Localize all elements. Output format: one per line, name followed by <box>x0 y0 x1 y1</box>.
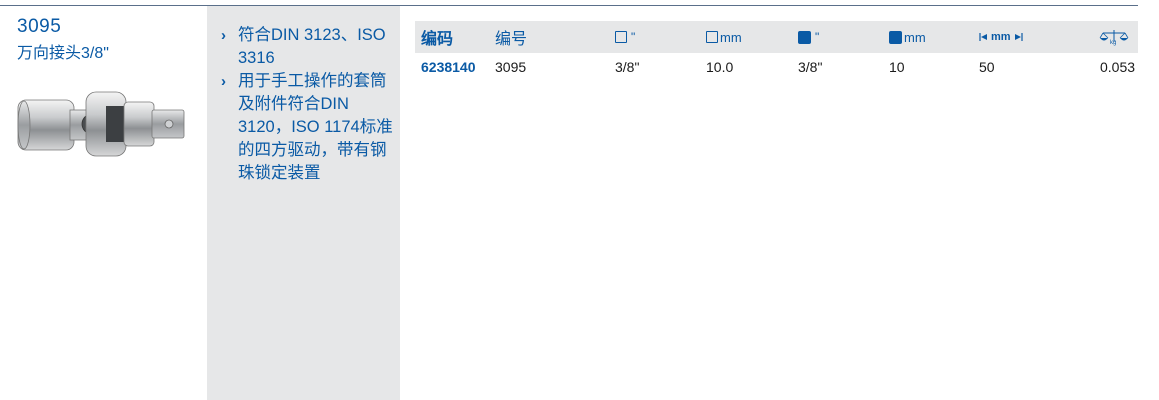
chevron-right-icon: › <box>221 27 226 44</box>
table-header: 编码 编号 " mm " mm mm kg <box>415 21 1138 53</box>
header-drive-mm: mm <box>706 21 742 53</box>
product-number: 3095 <box>17 16 62 37</box>
header-length: mm <box>979 21 1023 53</box>
header-output-inch: " <box>798 21 819 53</box>
square-outline-icon <box>615 31 627 43</box>
description-panel: › 符合DIN 3123、ISO 3316 › 用于手工操作的套筒及附件符合DI… <box>207 6 400 400</box>
chevron-right-icon: › <box>221 73 226 90</box>
length-arrows-icon <box>1013 33 1023 41</box>
feature-text: 符合DIN 3123、ISO 3316 <box>238 26 386 67</box>
feature-text: 用于手工操作的套筒及附件符合DIN 3120，ISO 1174标准的四方驱动，带… <box>238 72 393 182</box>
product-column: 3095 万向接头3/8" <box>0 6 207 400</box>
table-row: 6238140 3095 3/8" 10.0 3/8" 10 50 0.053 <box>415 53 1138 81</box>
header-weight: kg <box>1099 21 1129 53</box>
universal-joint-image <box>17 91 185 157</box>
length-arrows-icon <box>979 33 989 41</box>
cell-weight: 0.053 <box>1100 59 1136 75</box>
feature-item: › 用于手工操作的套筒及附件符合DIN 3120，ISO 1174标准的四方驱动… <box>221 70 397 185</box>
cell-code: 6238140 <box>421 59 476 75</box>
square-filled-icon <box>889 30 902 44</box>
cell-drive-inch: 3/8" <box>615 59 640 75</box>
spec-table: 编码 编号 " mm " mm mm kg 6238140 3095 3/8" … <box>415 21 1138 81</box>
feature-list: › 符合DIN 3123、ISO 3316 › 用于手工操作的套筒及附件符合DI… <box>221 24 397 185</box>
cell-output-inch: 3/8" <box>798 59 823 75</box>
feature-item: › 符合DIN 3123、ISO 3316 <box>221 24 397 70</box>
cell-number: 3095 <box>495 59 527 75</box>
product-name: 万向接头3/8" <box>17 45 109 62</box>
cell-length: 50 <box>979 59 995 75</box>
header-code: 编码 <box>421 31 454 48</box>
header-output-mm: mm <box>889 21 926 53</box>
square-outline-icon <box>706 31 718 43</box>
cell-output-mm: 10 <box>889 59 905 75</box>
header-drive-inch: " <box>615 21 635 53</box>
square-filled-icon <box>798 30 811 44</box>
cell-drive-mm: 10.0 <box>706 59 734 75</box>
header-number: 编号 <box>495 31 528 48</box>
